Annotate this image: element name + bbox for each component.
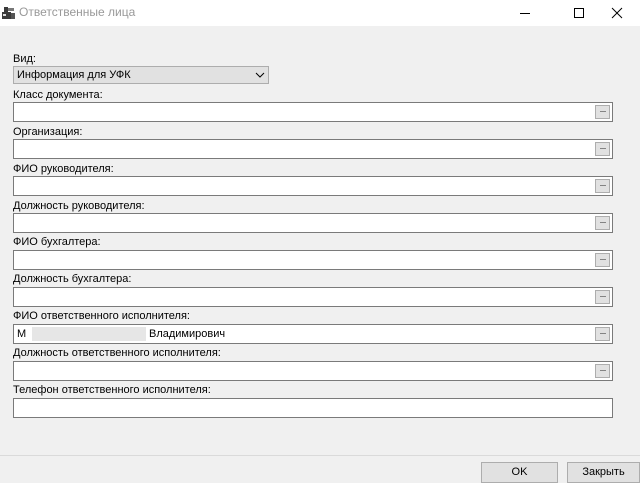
chevron-down-icon xyxy=(255,72,265,78)
fio-ispolnitelya-label: ФИО ответственного исполнителя: xyxy=(13,310,190,322)
fio-ispolnitelya-browse-button[interactable]: ··· xyxy=(595,327,610,341)
fio-rukovoditelya-field[interactable]: ··· xyxy=(13,176,613,196)
minimize-button[interactable] xyxy=(502,0,548,26)
dolzhnost-ispolnitelya-field[interactable]: ··· xyxy=(13,361,613,381)
klass-dokumenta-field[interactable]: ··· xyxy=(13,102,613,122)
telefon-ispolnitelya-label: Телефон ответственного исполнителя: xyxy=(13,384,211,396)
title-bar: Ответственные лица xyxy=(0,0,640,26)
vid-label: Вид: xyxy=(13,53,36,65)
close-button[interactable] xyxy=(594,0,640,26)
dolzhnost-rukovoditelya-field[interactable]: ··· xyxy=(13,213,613,233)
close-dialog-button[interactable]: Закрыть xyxy=(567,462,640,483)
dolzhnost-buhgaltera-label: Должность бухгалтера: xyxy=(13,273,132,285)
fio-buhgaltera-label: ФИО бухгалтера: xyxy=(13,236,101,248)
dolzhnost-ispolnitelya-browse-button[interactable]: ··· xyxy=(595,364,610,378)
dolzhnost-buhgaltera-browse-button[interactable]: ··· xyxy=(595,290,610,304)
dolzhnost-rukovoditelya-label: Должность руководителя: xyxy=(13,200,145,212)
organizaciya-browse-button[interactable]: ··· xyxy=(595,142,610,156)
maximize-icon xyxy=(574,8,584,18)
app-icon xyxy=(1,5,17,21)
fio-buhgaltera-browse-button[interactable]: ··· xyxy=(595,253,610,267)
dolzhnost-rukovoditelya-browse-button[interactable]: ··· xyxy=(595,216,610,230)
fio-rukovoditelya-browse-button[interactable]: ··· xyxy=(595,179,610,193)
vid-selected-value: Информация для УФК xyxy=(17,69,131,81)
fio-buhgaltera-field[interactable]: ··· xyxy=(13,250,613,270)
klass-dokumenta-label: Класс документа: xyxy=(13,89,103,101)
organizaciya-label: Организация: xyxy=(13,126,83,138)
fio-ispolnitelya-value-prefix: М xyxy=(17,328,27,340)
ok-button[interactable]: OK xyxy=(481,462,558,483)
fio-ispolnitelya-value-suffix: Владимирович xyxy=(149,328,226,340)
fio-ispolnitelya-field[interactable]: М Владимирович ··· xyxy=(13,324,613,344)
fio-rukovoditelya-label: ФИО руководителя: xyxy=(13,163,114,175)
vid-dropdown[interactable]: Информация для УФК xyxy=(13,66,269,84)
window-title: Ответственные лица xyxy=(19,5,136,19)
minimize-icon xyxy=(520,13,530,14)
telefon-ispolnitelya-field[interactable] xyxy=(13,398,613,418)
redacted-text xyxy=(32,327,146,341)
klass-dokumenta-browse-button[interactable]: ··· xyxy=(595,105,610,119)
footer-divider xyxy=(0,455,640,456)
close-icon xyxy=(611,7,623,19)
organizaciya-field[interactable]: ··· xyxy=(13,139,613,159)
dolzhnost-buhgaltera-field[interactable]: ··· xyxy=(13,287,613,307)
dolzhnost-ispolnitelya-label: Должность ответственного исполнителя: xyxy=(13,347,221,359)
